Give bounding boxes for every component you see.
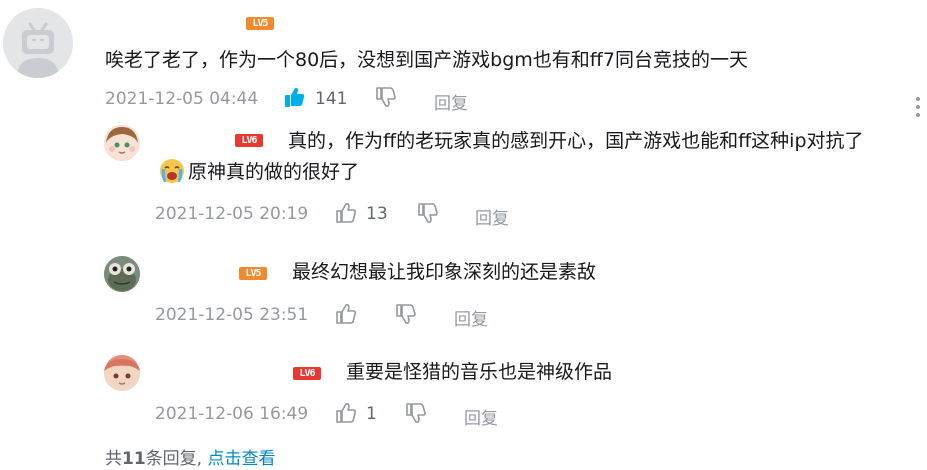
reply-button[interactable]: 回复: [434, 89, 468, 114]
reply-text-line2: 原神真的做的很好了: [188, 161, 360, 183]
avatar-reply-1[interactable]: [104, 125, 140, 161]
thumbs-down-icon[interactable]: [375, 86, 397, 112]
view-replies-link[interactable]: 点击查看: [207, 449, 275, 469]
level-badge: LV6: [235, 134, 263, 147]
reply-text: 真的，作为ff的老玩家真的感到开心，国产游戏也能和ff这种ip对抗了: [288, 130, 864, 152]
reply-text: 最终幻想最让我印象深刻的还是素敌: [292, 261, 597, 283]
reply-summary-suffix: 条回复,: [145, 449, 203, 469]
comment-text: 唉老了老了，作为一个80后，没想到国产游戏bgm也有和ff7同台竞技的一天: [105, 49, 748, 71]
frog-avatar-icon: [104, 256, 140, 292]
thumbs-up-icon[interactable]: [336, 303, 358, 329]
reply-count: 11: [122, 449, 146, 469]
reply-button[interactable]: 回复: [454, 305, 488, 330]
level-badge: LV6: [293, 367, 321, 380]
anime-avatar-icon: [104, 125, 140, 161]
default-avatar-icon: [3, 8, 73, 78]
avatar-reply-2[interactable]: [104, 256, 140, 292]
thumbs-up-icon[interactable]: [336, 202, 358, 228]
avatar-reply-3[interactable]: [104, 355, 140, 391]
crying-emoji-icon: [158, 157, 186, 189]
like-count: 141: [315, 89, 348, 109]
like-count: 1: [366, 404, 377, 424]
reply-time: 2021-12-05 20:19: [155, 204, 309, 224]
comment-time: 2021-12-05 04:44: [105, 89, 259, 109]
thumbs-up-icon[interactable]: [284, 86, 306, 112]
reply-button[interactable]: 回复: [464, 404, 498, 429]
reply-summary-prefix: 共: [105, 449, 122, 469]
reply-summary: 共11条回复, 点击查看: [105, 444, 275, 469]
like-count: 13: [366, 204, 388, 224]
thumbs-down-icon[interactable]: [405, 402, 427, 428]
more-options-icon[interactable]: [914, 96, 922, 122]
reply-button[interactable]: 回复: [475, 204, 509, 229]
anime-avatar-icon: [104, 355, 140, 391]
level-badge: LV5: [239, 267, 267, 280]
thumbs-down-icon[interactable]: [417, 202, 439, 228]
reply-time: 2021-12-05 23:51: [155, 305, 309, 325]
thumbs-up-icon[interactable]: [336, 402, 358, 428]
reply-time: 2021-12-06 16:49: [155, 404, 309, 424]
avatar-commenter[interactable]: [3, 8, 73, 78]
reply-text: 重要是怪猎的音乐也是神级作品: [346, 361, 613, 383]
thumbs-down-icon[interactable]: [395, 303, 417, 329]
level-badge: LV5: [246, 17, 274, 30]
